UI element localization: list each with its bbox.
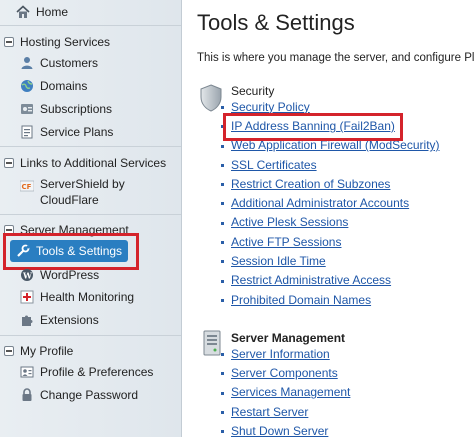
- sidebar-item-domains[interactable]: Domains: [20, 76, 87, 96]
- section-my-profile[interactable]: My Profile: [4, 342, 73, 360]
- link-prohibited-domain-names[interactable]: Prohibited Domain Names: [231, 293, 371, 307]
- list-item: Services Management: [220, 383, 350, 402]
- server-management-links: Server Information Server Components Ser…: [220, 344, 350, 437]
- sidebar: Home Hosting Services Customers Domains …: [0, 0, 182, 437]
- sidebar-item-customers[interactable]: Customers: [20, 53, 98, 73]
- subscriptions-icon: [21, 104, 33, 114]
- sidebar-item-service-plans[interactable]: Service Plans: [20, 122, 113, 142]
- link-session-idle-time[interactable]: Session Idle Time: [231, 254, 326, 268]
- group-title-security: Security: [231, 84, 275, 98]
- sidebar-item-label: Home: [36, 5, 69, 19]
- divider: [0, 25, 181, 26]
- section-additional-services[interactable]: Links to Additional Services: [4, 154, 166, 172]
- cloudflare-icon: CF: [20, 180, 34, 192]
- server-icon: [203, 330, 221, 356]
- link-server-information[interactable]: Server Information: [231, 347, 330, 361]
- svg-text:CF: CF: [22, 183, 32, 191]
- sidebar-item-label: Health Monitoring: [40, 290, 135, 304]
- lock-icon: [22, 388, 32, 401]
- sidebar-item-extensions[interactable]: Extensions: [20, 310, 99, 330]
- link-active-plesk-sessions[interactable]: Active Plesk Sessions: [231, 215, 348, 229]
- list-item: Server Information: [220, 344, 350, 363]
- collapse-icon[interactable]: [4, 158, 14, 168]
- sidebar-item-home[interactable]: Home: [16, 2, 68, 22]
- link-services-management[interactable]: Services Management: [231, 385, 350, 399]
- sidebar-item-health-monitoring[interactable]: Health Monitoring: [20, 287, 134, 307]
- globe-icon: [21, 80, 33, 92]
- sidebar-item-label: CloudFlare: [40, 193, 99, 207]
- list-item: Restrict Creation of Subzones: [221, 174, 440, 193]
- group-title-server-management: Server Management: [231, 331, 346, 345]
- link-active-ftp-sessions[interactable]: Active FTP Sessions: [231, 235, 341, 249]
- list-item: Active Plesk Sessions: [221, 213, 440, 232]
- svg-text:W: W: [22, 271, 33, 281]
- section-title: Links to Additional Services: [20, 156, 167, 170]
- collapse-icon[interactable]: [4, 346, 14, 356]
- highlight-box: [223, 113, 403, 141]
- sidebar-item-label: Service Plans: [40, 125, 114, 139]
- link-restrict-subzones[interactable]: Restrict Creation of Subzones: [231, 177, 390, 191]
- sidebar-item-label: ServerShield by: [40, 177, 125, 191]
- page-intro: This is where you manage the server, and…: [197, 52, 474, 64]
- list-item: Prohibited Domain Names: [221, 290, 440, 309]
- page-title: Tools & Settings: [197, 10, 355, 35]
- list-item: Server Components: [220, 363, 350, 382]
- divider: [0, 146, 181, 147]
- shield-icon: [200, 84, 222, 112]
- profile-icon: [20, 366, 34, 378]
- section-title: My Profile: [20, 344, 74, 358]
- extensions-icon: [22, 315, 33, 326]
- health-icon: [20, 290, 34, 304]
- link-additional-admin-accounts[interactable]: Additional Administrator Accounts: [231, 196, 409, 210]
- link-restart-server[interactable]: Restart Server: [231, 405, 308, 419]
- sidebar-item-profile-preferences[interactable]: Profile & Preferences: [20, 362, 153, 382]
- sidebar-item-label: Change Password: [40, 388, 139, 402]
- sidebar-item-label: Extensions: [40, 313, 99, 327]
- sidebar-item-wordpress[interactable]: W WordPress: [20, 265, 99, 285]
- link-server-components[interactable]: Server Components: [231, 366, 338, 380]
- link-security-policy[interactable]: Security Policy: [231, 100, 310, 114]
- sidebar-item-label: Subscriptions: [40, 102, 113, 116]
- service-plans-icon: [21, 125, 33, 139]
- section-hosting-services[interactable]: Hosting Services: [4, 33, 110, 51]
- sidebar-item-servershield[interactable]: CF ServerShield by CloudFlare: [20, 176, 125, 210]
- sidebar-item-label: Domains: [40, 79, 88, 93]
- sidebar-item-label: WordPress: [40, 268, 100, 282]
- list-item: Additional Administrator Accounts: [221, 193, 440, 212]
- list-item: Restart Server: [220, 402, 350, 421]
- link-ssl-certificates[interactable]: SSL Certificates: [231, 158, 317, 172]
- link-shut-down-server[interactable]: Shut Down Server: [231, 424, 328, 437]
- sidebar-item-label: Profile & Preferences: [40, 365, 154, 379]
- list-item: Active FTP Sessions: [221, 232, 440, 251]
- sidebar-item-subscriptions[interactable]: Subscriptions: [20, 99, 112, 119]
- users-icon: [21, 57, 33, 69]
- divider: [0, 214, 181, 215]
- sidebar-item-label: Customers: [40, 56, 99, 70]
- collapse-icon[interactable]: [4, 37, 14, 47]
- home-icon: [16, 5, 30, 18]
- wordpress-icon: W: [21, 269, 33, 281]
- list-item: Session Idle Time: [221, 251, 440, 270]
- divider: [0, 335, 181, 336]
- list-item: Shut Down Server: [220, 421, 350, 437]
- list-item: SSL Certificates: [221, 155, 440, 174]
- main-content: Tools & Settings This is where you manag…: [183, 0, 474, 437]
- list-item: Restrict Administrative Access: [221, 271, 440, 290]
- section-title: Hosting Services: [20, 35, 111, 49]
- link-restrict-admin-access[interactable]: Restrict Administrative Access: [231, 273, 391, 287]
- sidebar-item-change-password[interactable]: Change Password: [20, 385, 138, 405]
